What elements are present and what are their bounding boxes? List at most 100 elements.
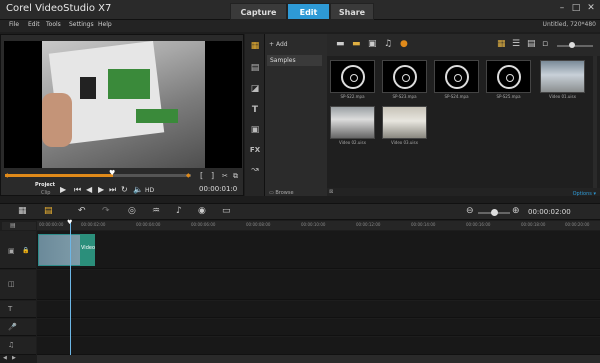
menu-settings[interactable]: Settings	[69, 21, 94, 28]
scroll-right-icon[interactable]: ▶	[12, 355, 16, 361]
title-icon[interactable]: T	[248, 104, 262, 116]
music-track[interactable]	[37, 337, 600, 355]
details-view-icon[interactable]: ▤	[527, 39, 536, 49]
library-item[interactable]: Video 02.uisx	[330, 106, 375, 145]
track-manager-icon[interactable]: ▤	[10, 222, 16, 229]
timeline-scrollbar[interactable]	[37, 355, 600, 363]
voice-track-icon[interactable]: 🎤	[8, 323, 17, 331]
minimize-icon[interactable]: –	[555, 2, 569, 14]
media-icon[interactable]: ▦	[248, 40, 262, 52]
show-audio-icon[interactable]: ♫	[384, 39, 392, 49]
hd-toggle[interactable]: HD	[145, 187, 154, 194]
library-item[interactable]: SP-S22.mpa	[330, 60, 375, 99]
video-thumbnail	[382, 106, 427, 139]
list-view-icon[interactable]: ☰	[512, 39, 520, 49]
playhead-handle-icon[interactable]: ♥	[67, 219, 72, 226]
enlarge-icon[interactable]: ⧉	[233, 172, 238, 181]
title-track[interactable]	[37, 301, 600, 318]
library-item[interactable]: Video 01.uisx	[540, 60, 585, 99]
previous-frame-icon[interactable]: ◀	[86, 185, 92, 194]
volume-icon[interactable]: 🔈	[133, 185, 143, 194]
sound-mixer-icon[interactable]: ♒	[152, 206, 160, 216]
storyboard-view-icon[interactable]: ▦	[18, 206, 27, 216]
timeline-playhead[interactable]	[70, 222, 71, 355]
library-item-label: Video 03.uisx	[391, 140, 418, 145]
transition-icon[interactable]: ◪	[248, 83, 262, 95]
mark-out-bracket-icon[interactable]: ]	[211, 171, 214, 180]
motion-tracking-icon[interactable]: ◉	[198, 206, 206, 216]
preview-window[interactable]	[4, 41, 242, 168]
tab-capture[interactable]: Capture	[230, 3, 287, 20]
undo-icon[interactable]: ↶	[78, 206, 86, 216]
overlay-track[interactable]	[37, 270, 600, 300]
timeline-view-icon[interactable]: ▤	[44, 206, 53, 216]
end-icon[interactable]: ⏭	[109, 185, 116, 195]
browse-button[interactable]: ▭ Browse	[269, 190, 294, 196]
menu-tools[interactable]: Tools	[46, 21, 61, 28]
thumbnail-size-slider[interactable]	[557, 45, 593, 47]
instant-project-icon[interactable]: ▤	[248, 62, 262, 74]
close-icon[interactable]: ✕	[584, 2, 598, 14]
audio-thumbnail	[382, 60, 427, 93]
redo-icon[interactable]: ↷	[102, 206, 110, 216]
library-panel: ▬ ▬ ▣ ♫ ● ▦ ☰ ▤ ▫ SP-S22.mpa SP-S23.mpa …	[327, 34, 600, 197]
split-clip-icon[interactable]: ✂	[222, 172, 228, 180]
folder-icon[interactable]: ▬	[336, 39, 345, 49]
thumbnail-size-icon[interactable]: ▫	[542, 39, 548, 49]
next-frame-icon[interactable]: ▶	[98, 185, 104, 194]
scroll-left-icon[interactable]: ◀	[3, 355, 7, 361]
library-item[interactable]: SP-S25.mpa	[486, 60, 531, 99]
zoom-out-icon[interactable]: ⊖	[466, 206, 474, 216]
repeat-icon[interactable]: ↻	[121, 185, 128, 194]
menu-edit[interactable]: Edit	[28, 21, 40, 28]
library-item[interactable]: SP-S23.mpa	[382, 60, 427, 99]
thumbnail-view-icon[interactable]: ▦	[497, 39, 506, 49]
graphic-icon[interactable]: ▣	[248, 124, 262, 136]
mode-clip[interactable]: Clip	[41, 190, 50, 196]
video-track-icon[interactable]: ▣	[8, 247, 15, 255]
scrub-handle-icon[interactable]: ♥	[109, 169, 115, 177]
timeline-ruler[interactable]: 00:00:00:00 00:00:02:00 00:00:04:00 00:0…	[37, 221, 600, 230]
video-track[interactable]	[37, 231, 600, 269]
subtitle-editor-icon[interactable]: ▭	[222, 206, 231, 216]
tab-share[interactable]: Share	[330, 3, 374, 20]
zoom-handle[interactable]	[491, 209, 498, 216]
timeline-timecode[interactable]: 00:00:02:00	[528, 208, 571, 216]
options-button[interactable]: Options ▾	[573, 191, 596, 197]
fx-icon[interactable]: FX	[248, 144, 262, 156]
collapse-icon[interactable]: ⊠	[329, 189, 333, 195]
voice-track[interactable]	[37, 319, 600, 336]
tab-edit[interactable]: Edit	[287, 3, 330, 20]
library-item[interactable]: Video 03.uisx	[382, 106, 427, 145]
maximize-icon[interactable]: □	[569, 2, 583, 14]
add-folder-button[interactable]: + Add	[269, 41, 288, 48]
library-item[interactable]: SP-S24.mpa	[434, 60, 479, 99]
auto-music-icon[interactable]: ♪	[176, 206, 182, 216]
play-icon[interactable]: ▶	[60, 185, 66, 194]
mark-in-bracket-icon[interactable]: [	[200, 171, 203, 180]
library-scrollbar[interactable]	[593, 56, 597, 188]
thumbnail-size-handle[interactable]	[569, 42, 575, 48]
lock-icon[interactable]: 🔒	[22, 247, 29, 254]
mode-project[interactable]: Project	[35, 182, 55, 188]
overlay-track-icon[interactable]: ◫	[8, 280, 15, 288]
ruler-tick: 00:00:16:00	[466, 222, 491, 227]
menu-file[interactable]: File	[9, 21, 19, 28]
path-icon[interactable]: ↝	[248, 164, 262, 176]
home-icon[interactable]: ⏮	[74, 185, 81, 195]
menu-help[interactable]: Help	[98, 21, 112, 28]
folder-samples[interactable]: Samples	[267, 55, 322, 66]
player-timecode[interactable]: 00:00:01:0	[199, 185, 237, 193]
show-videos-icon[interactable]: ▬	[352, 39, 361, 49]
library-toolbar: ▬ ▬ ▣ ♫ ● ▦ ☰ ▤ ▫	[327, 34, 600, 56]
mark-in-icon[interactable]: ◆	[5, 172, 10, 179]
record-capture-icon[interactable]: ◎	[128, 206, 136, 216]
title-track-icon[interactable]: T	[8, 305, 12, 313]
mark-out-icon[interactable]: ◆	[186, 172, 191, 179]
show-photos-icon[interactable]: ▣	[368, 39, 377, 49]
library-item-label: Video 02.uisx	[339, 140, 366, 145]
zoom-in-icon[interactable]: ⊕	[512, 206, 520, 216]
music-track-icon[interactable]: ♫	[8, 341, 14, 349]
chevron-down-icon: ▾	[593, 191, 596, 197]
sort-icon[interactable]: ●	[400, 39, 408, 49]
